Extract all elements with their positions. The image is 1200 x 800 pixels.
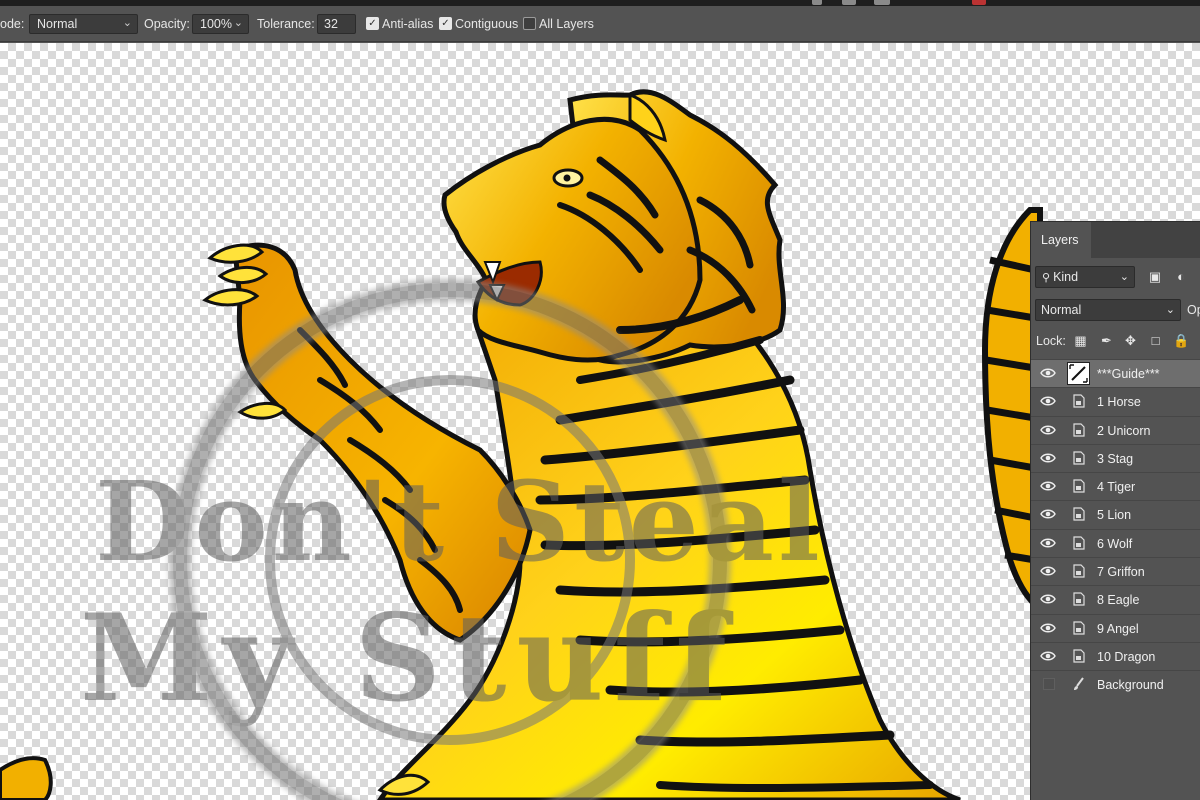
- anti-alias-checkbox[interactable]: ✓: [366, 17, 379, 30]
- eye-icon[interactable]: [1040, 452, 1056, 464]
- watermark-line2: My Stuff: [80, 588, 737, 729]
- smart-object-icon: [1073, 564, 1085, 578]
- layer-row-horse[interactable]: 1 Horse: [1031, 387, 1200, 415]
- layer-row-stag[interactable]: 3 Stag: [1031, 443, 1200, 472]
- tolerance-label: Tolerance:: [257, 17, 315, 31]
- search-icon: ⚲: [1042, 272, 1051, 284]
- filter-kind-label: Kind: [1053, 270, 1079, 284]
- all-layers-label: All Layers: [539, 17, 594, 31]
- eye-icon[interactable]: [1040, 480, 1056, 492]
- layers-tab-bar: Layers: [1031, 222, 1200, 258]
- contiguous-label: Contiguous: [455, 17, 519, 31]
- layer-row-tiger[interactable]: 4 Tiger: [1031, 472, 1200, 500]
- lock-transparent-pixels-icon[interactable]: ▦: [1072, 332, 1089, 349]
- mode-value: Normal: [37, 17, 78, 31]
- corner-artwork-fragment: [0, 756, 53, 800]
- layer-filter-row: ⚲ Kind ⌄ ▣ ◐: [1035, 266, 1200, 288]
- opacity-field[interactable]: 100% ⌄: [192, 14, 249, 34]
- chevron-down-icon: ⌄: [1119, 271, 1129, 283]
- smart-object-icon: [1073, 422, 1085, 437]
- menu-icon-fragment: [874, 0, 890, 5]
- layer-row-unicorn[interactable]: 2 Unicorn: [1031, 415, 1200, 444]
- visibility-toggle-off[interactable]: [1043, 678, 1055, 691]
- image-filter-icon[interactable]: ▣: [1147, 269, 1163, 285]
- layer-name: 7 Griffon: [1097, 565, 1145, 580]
- layer-name: 1 Horse: [1097, 395, 1141, 410]
- brush-icon: [1074, 677, 1084, 691]
- layer-name: 10 Dragon: [1097, 649, 1156, 664]
- filter-kind-select[interactable]: ⚲ Kind ⌄: [1035, 266, 1135, 288]
- eye-icon[interactable]: [1040, 537, 1056, 549]
- smart-object-icon: [1073, 451, 1085, 465]
- layer-row-eagle[interactable]: 8 Eagle: [1031, 585, 1200, 613]
- eye-icon[interactable]: [1040, 395, 1056, 407]
- opacity-label: Op: [1187, 303, 1200, 317]
- lock-all-icon[interactable]: 🔒: [1173, 332, 1190, 349]
- artwork: Don't Steal My Stuff: [0, 89, 1043, 800]
- lock-artboard-icon[interactable]: □: [1147, 332, 1164, 349]
- chevron-down-icon: ⌄: [1165, 304, 1175, 316]
- watermark-line1: Don't Steal: [95, 457, 824, 586]
- smart-object-icon: [1073, 649, 1085, 663]
- layer-name: 8 Eagle: [1097, 593, 1140, 608]
- layer-row-griffon[interactable]: 7 Griffon: [1031, 557, 1200, 585]
- layer-name: ***Guide***: [1097, 367, 1160, 381]
- smart-object-icon: [1073, 507, 1085, 522]
- opacity-label: Opacity:: [144, 17, 190, 31]
- layer-name: 9 Angel: [1097, 621, 1139, 636]
- lock-position-icon[interactable]: ✥: [1122, 332, 1139, 349]
- lock-image-pixels-icon[interactable]: ✒: [1098, 332, 1115, 349]
- menu-icon-fragment: [842, 0, 856, 5]
- layer-row-wolf[interactable]: 6 Wolf: [1031, 528, 1200, 557]
- chevron-down-icon[interactable]: ⌄: [234, 16, 243, 29]
- layer-name: 4 Tiger: [1097, 480, 1136, 495]
- eye-icon[interactable]: [1040, 565, 1056, 577]
- layer-row-lion[interactable]: 5 Lion: [1031, 500, 1200, 528]
- layer-list: ***Guide*** 1 Horse 2 Unicorn 3 Stag 4 T…: [1031, 359, 1200, 699]
- layer-name: 6 Wolf: [1097, 536, 1133, 551]
- menu-icon-fragment: [812, 0, 822, 5]
- contiguous-checkbox[interactable]: ✓: [439, 17, 452, 30]
- lock-row: Lock: ▦ ✒ ✥ □ 🔒: [1036, 332, 1200, 352]
- smart-object-icon: [1073, 592, 1085, 606]
- layers-panel: Layers ⚲Kind ⌄ ▣ ◐ Normal ⌄ Op Lock: ▦ ✒…: [1030, 221, 1200, 800]
- smart-object-icon: [1073, 536, 1085, 550]
- eye-icon[interactable]: [1040, 593, 1056, 605]
- tolerance-input[interactable]: 32: [317, 14, 356, 34]
- opacity-value: 100%: [200, 17, 232, 31]
- layer-row-dragon[interactable]: 10 Dragon: [1031, 641, 1200, 670]
- blend-mode-value: Normal: [1041, 303, 1082, 317]
- smart-object-icon: [1073, 479, 1085, 493]
- eye-icon[interactable]: [1040, 650, 1056, 662]
- document-canvas[interactable]: Don't Steal My Stuff: [0, 43, 1200, 800]
- menu-icon-fragment: [972, 0, 986, 5]
- anti-alias-label: Anti-alias: [382, 17, 434, 31]
- smart-object-icon: [1073, 394, 1085, 408]
- eye-icon[interactable]: [1040, 367, 1056, 379]
- layer-name: 2 Unicorn: [1097, 423, 1151, 438]
- eye-icon[interactable]: [1040, 424, 1056, 436]
- layer-name: 5 Lion: [1097, 508, 1132, 523]
- adjustment-filter-icon[interactable]: ◐: [1173, 269, 1189, 285]
- blend-row: Normal ⌄ Op: [1035, 299, 1200, 321]
- all-layers-checkbox[interactable]: [523, 17, 536, 30]
- blend-mode-select[interactable]: Normal ⌄: [1035, 299, 1181, 321]
- layer-row-angel[interactable]: 9 Angel: [1031, 613, 1200, 642]
- smart-object-icon: [1073, 621, 1085, 635]
- eye-icon[interactable]: [1040, 622, 1056, 634]
- mode-label: ode:: [0, 17, 25, 31]
- layer-row-background[interactable]: Background: [1031, 670, 1200, 698]
- layer-name: Background: [1097, 678, 1164, 693]
- tool-options-bar: ode: Normal ⌄ Opacity: 100% ⌄ Tolerance:…: [0, 6, 1200, 42]
- chevron-down-icon: ⌄: [122, 17, 132, 29]
- lock-label: Lock:: [1036, 334, 1066, 348]
- tolerance-value: 32: [324, 17, 338, 31]
- eye-icon[interactable]: [1040, 508, 1056, 520]
- layer-name: 3 Stag: [1097, 451, 1134, 466]
- mode-select[interactable]: Normal ⌄: [29, 14, 138, 34]
- layer-row-guide[interactable]: ***Guide***: [1031, 359, 1200, 388]
- tab-layers[interactable]: Layers: [1031, 222, 1091, 258]
- guide-thumbnail-icon: [1067, 362, 1090, 385]
